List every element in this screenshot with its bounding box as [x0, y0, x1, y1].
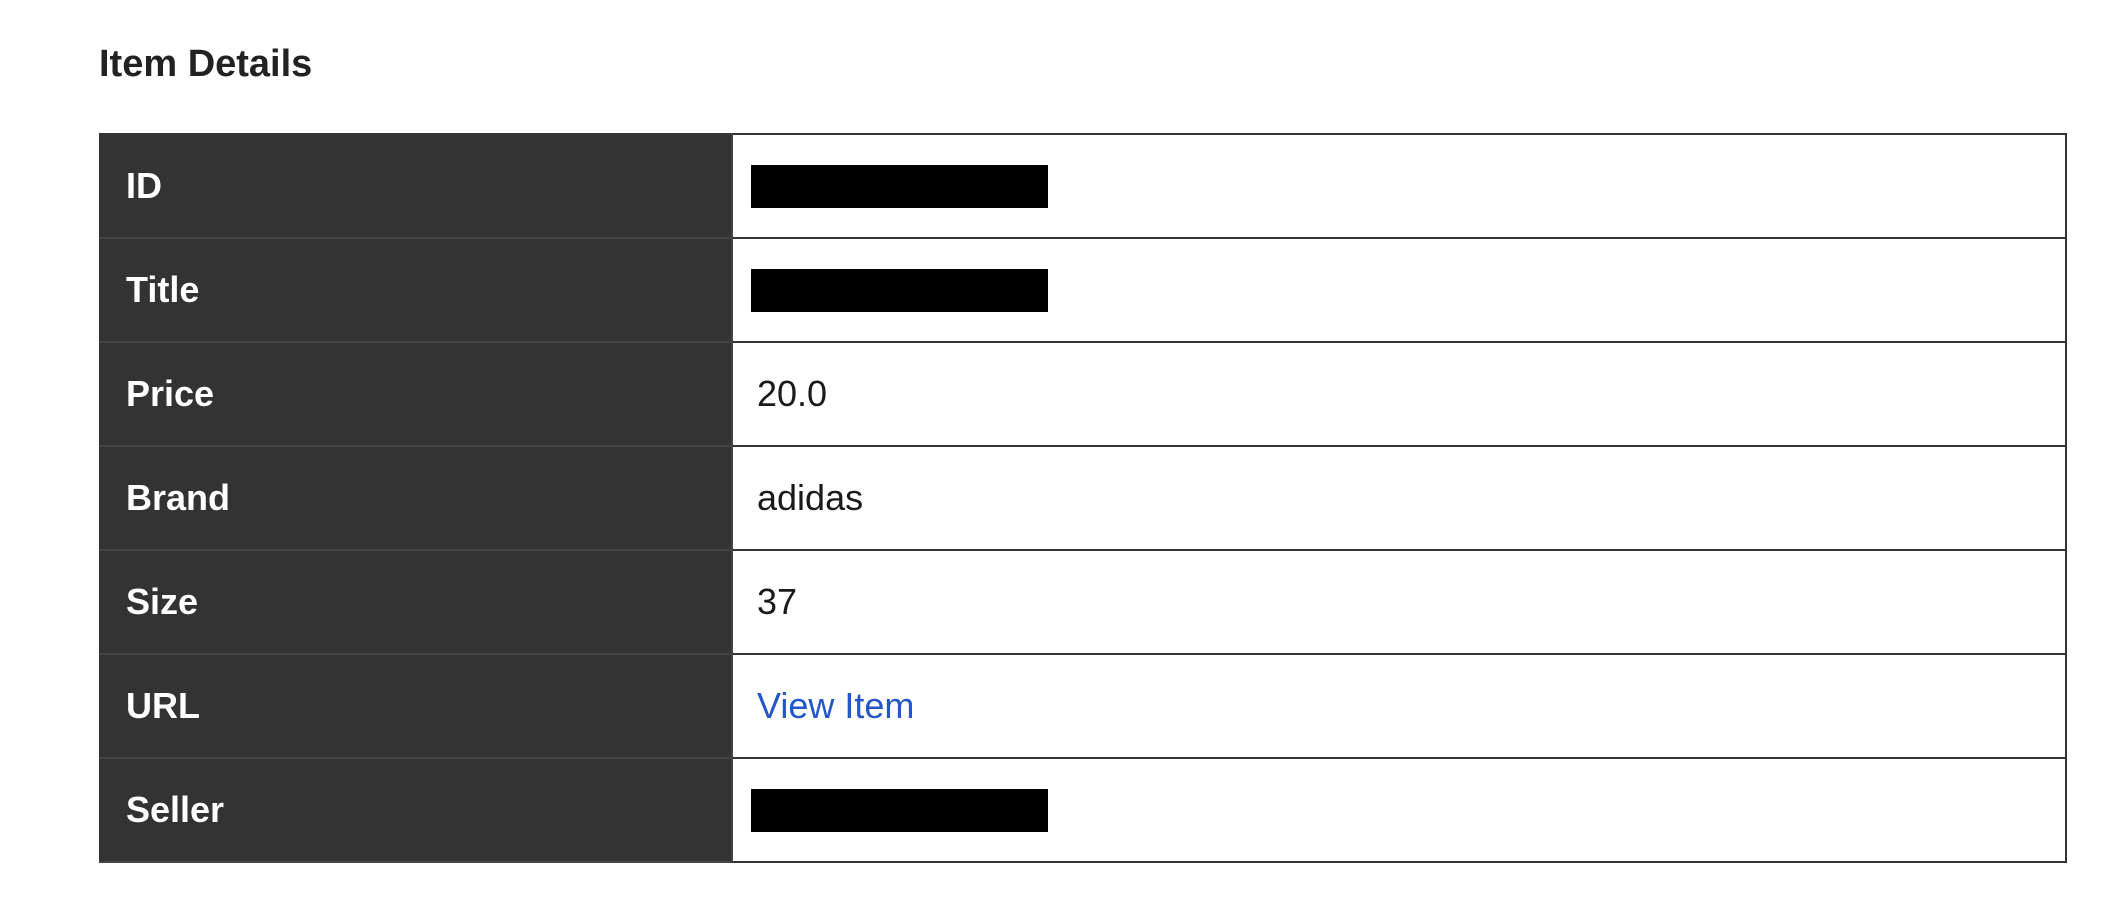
row-value-title: [731, 237, 2067, 343]
redacted-block: [751, 789, 1048, 833]
row-label-url: URL: [99, 653, 733, 759]
row-value-brand: adidas: [731, 445, 2067, 551]
table-row-brand: Brand adidas: [99, 445, 2067, 551]
row-label-title: Title: [99, 237, 733, 343]
view-item-link[interactable]: View Item: [757, 685, 914, 726]
row-value-price: 20.0: [731, 341, 2067, 447]
row-value-size: 37: [731, 549, 2067, 655]
table-row-seller: Seller: [99, 757, 2067, 863]
page-title: Item Details: [99, 43, 313, 85]
redacted-block: [751, 269, 1048, 313]
row-value-id: [731, 133, 2067, 239]
table-row-size: Size 37: [99, 549, 2067, 655]
row-value-seller: [731, 757, 2067, 863]
row-label-price: Price: [99, 341, 733, 447]
table-row-url: URL View Item: [99, 653, 2067, 759]
item-details-table: ID Title Price 20.0 Brand adidas Size 37…: [99, 133, 2067, 863]
table-row-title: Title: [99, 237, 2067, 343]
row-label-size: Size: [99, 549, 733, 655]
row-label-brand: Brand: [99, 445, 733, 551]
redacted-block: [751, 165, 1048, 209]
row-value-url: View Item: [731, 653, 2067, 759]
table-row-id: ID: [99, 133, 2067, 239]
row-label-seller: Seller: [99, 757, 733, 863]
row-label-id: ID: [99, 133, 733, 239]
table-row-price: Price 20.0: [99, 341, 2067, 447]
